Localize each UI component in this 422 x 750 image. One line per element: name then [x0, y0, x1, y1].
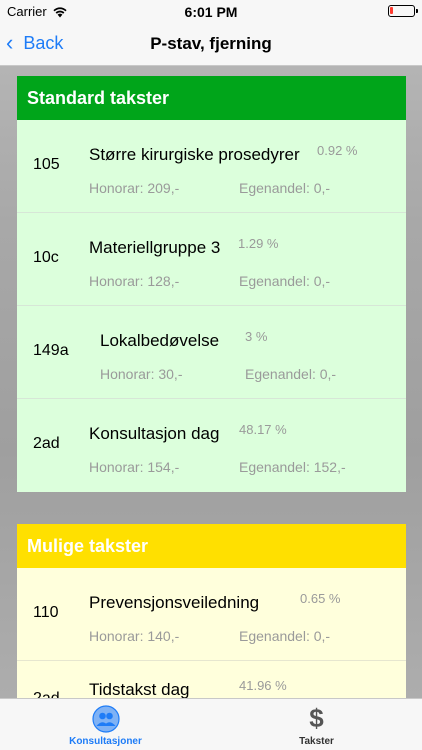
takst-row[interactable]: 2ad Konsultasjon dag 48.17 % Honorar: 15… — [17, 399, 406, 492]
takst-egenandel: Egenandel: 0,- — [245, 366, 337, 382]
takst-row[interactable]: 10c Materiellgruppe 3 1.29 % Honorar: 12… — [17, 213, 406, 306]
takst-egenandel: Egenandel: 0,- — [239, 180, 331, 196]
content-scroll-area[interactable]: Standard takster 105 Større kirurgiske p… — [0, 67, 422, 698]
takst-honorar: Honorar: 154,- — [89, 459, 180, 475]
page-title: P-stav, fjerning — [150, 34, 272, 53]
takst-percent: 41.96 % — [239, 678, 287, 693]
takst-code: 10c — [33, 249, 59, 266]
status-bar: Carrier 6:01 PM — [0, 0, 422, 22]
takst-honorar: Honorar: 128,- — [89, 273, 180, 289]
takst-code: 2ad — [33, 435, 60, 452]
section-standard-takster: Standard takster 105 Større kirurgiske p… — [17, 76, 406, 492]
takst-name: Prevensjonsveiledning — [89, 593, 260, 612]
takst-row[interactable]: 110 Prevensjonsveiledning 0.65 % Honorar… — [17, 568, 406, 661]
takst-name: Lokalbedøvelse — [100, 331, 220, 350]
dollar-icon: $ — [309, 703, 324, 733]
section-mulige-takster: Mulige takster 110 Prevensjonsveiledning… — [17, 524, 406, 698]
navigation-bar: ‹ Back P-stav, fjerning — [0, 22, 422, 66]
takst-row[interactable]: 105 Større kirurgiske prosedyrer 0.92 % … — [17, 120, 406, 213]
status-time: 6:01 PM — [184, 4, 238, 20]
tab-konsultasjoner[interactable]: Konsultasjoner — [0, 699, 211, 750]
tab-label: Takster — [299, 736, 334, 747]
takst-percent: 0.65 % — [300, 591, 341, 606]
takst-honorar: Honorar: 209,- — [89, 180, 180, 196]
takst-name: Større kirurgiske prosedyrer — [89, 145, 300, 164]
takst-name: Konsultasjon dag — [89, 424, 220, 443]
takst-code: 110 — [33, 604, 59, 621]
battery-icon — [388, 5, 418, 17]
takst-percent: 0.92 % — [317, 143, 358, 158]
takst-row[interactable]: 2ad Tidstakst dag 41.96 % — [17, 661, 406, 698]
tab-takster[interactable]: $ Takster — [211, 699, 422, 750]
takst-code: 105 — [33, 156, 60, 173]
tab-label: Konsultasjoner — [69, 736, 142, 747]
section-body: 110 Prevensjonsveiledning 0.65 % Honorar… — [17, 568, 406, 698]
takst-code: 149a — [33, 342, 69, 359]
takst-egenandel: Egenandel: 152,- — [239, 459, 346, 475]
takst-name: Materiellgruppe 3 — [89, 238, 221, 257]
takst-egenandel: Egenandel: 0,- — [239, 273, 331, 289]
takst-egenandel: Egenandel: 0,- — [239, 628, 331, 644]
section-body: 105 Større kirurgiske prosedyrer 0.92 % … — [17, 120, 406, 492]
takst-row[interactable]: 149a Lokalbedøvelse 3 % Honorar: 30,- Eg… — [17, 306, 406, 399]
section-header: Standard takster — [17, 76, 406, 120]
section-header: Mulige takster — [17, 524, 406, 568]
takst-honorar: Honorar: 140,- — [89, 628, 180, 644]
takst-percent: 48.17 % — [239, 422, 287, 437]
takst-name: Tidstakst dag — [89, 680, 190, 698]
takst-percent: 3 % — [245, 329, 268, 344]
tab-bar: Konsultasjoner $ Takster — [0, 698, 422, 750]
people-icon — [91, 705, 120, 733]
takst-honorar: Honorar: 30,- — [100, 366, 183, 382]
takst-percent: 1.29 % — [238, 236, 279, 251]
takst-code: 2ad — [33, 690, 60, 698]
